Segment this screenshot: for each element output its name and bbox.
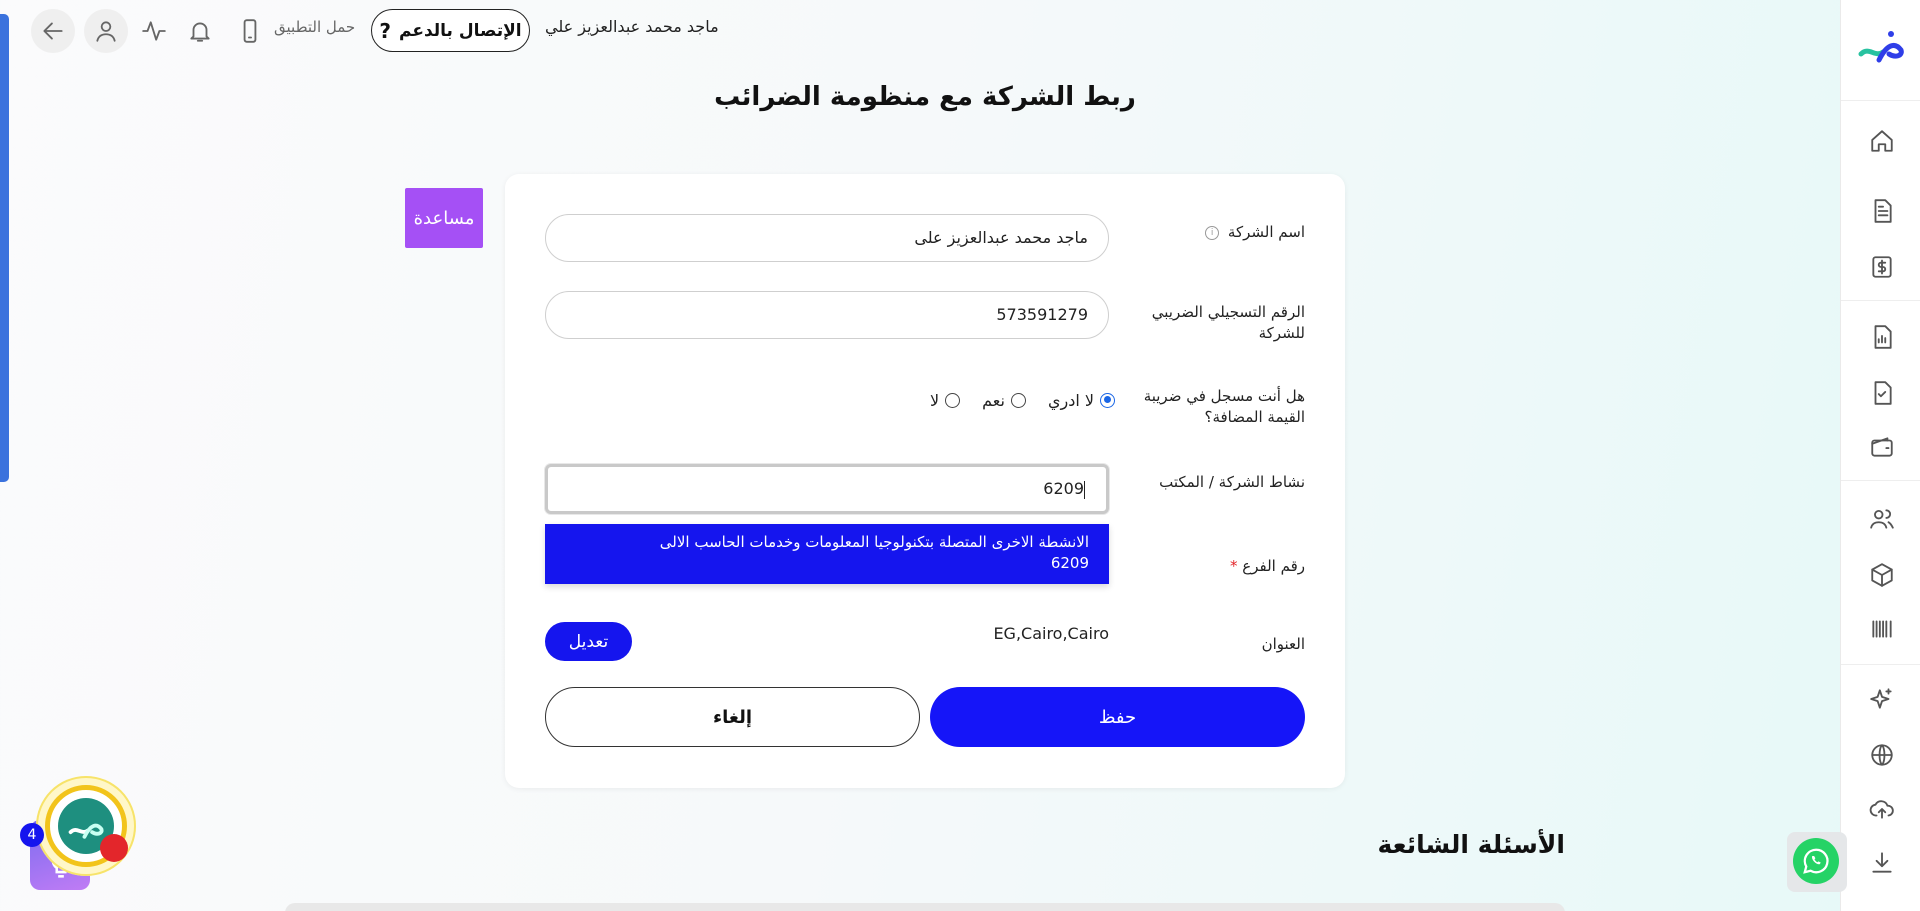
activity-suggestion-option[interactable]: الانشطة الاخرى المتصلة بتكنولوجيا المعلو… bbox=[545, 524, 1109, 584]
help-button[interactable]: مساعدة bbox=[405, 188, 483, 248]
address-label: العنوان bbox=[1261, 635, 1305, 653]
sidebar bbox=[1840, 0, 1920, 911]
home-icon[interactable] bbox=[1867, 126, 1897, 156]
tax-id-label: الرقم التسجيلي الضريبي للشركة bbox=[1151, 303, 1305, 342]
question-icon: ? bbox=[379, 18, 392, 43]
sidebar-divider bbox=[1841, 100, 1920, 101]
faq-title: الأسئلة الشائعة bbox=[1377, 830, 1566, 859]
tax-id-input[interactable]: 573591279 bbox=[545, 291, 1109, 339]
whatsapp-icon[interactable] bbox=[1793, 838, 1839, 884]
whatsapp-widget[interactable] bbox=[1787, 832, 1847, 892]
activity-icon[interactable] bbox=[132, 9, 176, 53]
barcode-icon[interactable] bbox=[1867, 614, 1897, 644]
radio-selected-icon[interactable] bbox=[1100, 392, 1115, 408]
save-button[interactable]: حفظ bbox=[930, 687, 1305, 747]
company-name-label: اسم الشركة i bbox=[1135, 222, 1305, 243]
status-dot bbox=[100, 834, 128, 862]
tax-link-form: اسم الشركة i ماجد محمد عبدالعزيز على الر… bbox=[505, 174, 1345, 788]
logo[interactable] bbox=[1855, 24, 1907, 68]
bell-icon[interactable] bbox=[178, 9, 222, 53]
support-button-label: الإتصال بالدعم bbox=[399, 20, 522, 41]
activity-input[interactable]: 6209 bbox=[545, 464, 1109, 514]
activity-label: نشاط الشركة / المكتب bbox=[1159, 473, 1305, 491]
phone-icon[interactable] bbox=[228, 9, 272, 53]
sparkle-icon[interactable] bbox=[1867, 684, 1897, 714]
wallet-icon[interactable] bbox=[1867, 432, 1897, 462]
support-button[interactable]: الإتصال بالدعم ? bbox=[371, 9, 530, 52]
edit-address-button[interactable]: تعديل bbox=[545, 622, 632, 661]
check-document-icon[interactable] bbox=[1867, 378, 1897, 408]
upload-icon[interactable] bbox=[1867, 794, 1897, 824]
info-icon[interactable]: i bbox=[1205, 225, 1220, 240]
company-name-input[interactable]: ماجد محمد عبدالعزيز على bbox=[545, 214, 1109, 262]
vat-radio-group: لا ادري نعم لا bbox=[875, 388, 1115, 412]
users-icon[interactable] bbox=[1867, 504, 1897, 534]
vat-option-no[interactable]: لا bbox=[930, 391, 961, 410]
document-icon[interactable] bbox=[1867, 196, 1897, 226]
globe-icon[interactable] bbox=[1867, 740, 1897, 770]
box-icon[interactable] bbox=[1867, 560, 1897, 590]
address-value: EG,Cairo,Cairo bbox=[993, 624, 1109, 643]
top-bar: حمل التطبيق الإتصال بالدعم ? ماجد محمد ع… bbox=[0, 0, 1840, 60]
radio-icon[interactable] bbox=[945, 392, 961, 408]
vat-question-label: هل أنت مسجل في ضريبة القيمة المضافة؟ bbox=[1143, 387, 1305, 426]
sidebar-divider bbox=[1841, 480, 1920, 481]
vat-option-yes[interactable]: نعم bbox=[982, 391, 1026, 410]
required-mark: * bbox=[1230, 557, 1238, 575]
cancel-button[interactable]: إلغاء bbox=[545, 687, 920, 747]
notification-count-badge: 4 bbox=[20, 823, 44, 847]
sidebar-divider bbox=[1841, 300, 1920, 301]
dollar-icon[interactable] bbox=[1867, 252, 1897, 282]
left-accent-bar bbox=[0, 14, 9, 482]
branch-label: رقم الفرع * bbox=[1230, 557, 1305, 575]
vat-option-dont-know[interactable]: لا ادري bbox=[1048, 391, 1115, 410]
download-icon[interactable] bbox=[1867, 848, 1897, 878]
sidebar-divider bbox=[1841, 664, 1920, 665]
back-arrow-icon[interactable] bbox=[31, 9, 75, 53]
user-icon[interactable] bbox=[84, 9, 128, 53]
report-icon[interactable] bbox=[1867, 322, 1897, 352]
assistant-avatar[interactable] bbox=[36, 776, 136, 876]
faq-item[interactable] bbox=[285, 903, 1565, 911]
page-title: ربط الشركة مع منظومة الضرائب bbox=[714, 82, 1136, 112]
text-caret bbox=[1084, 480, 1085, 499]
download-app-link[interactable]: حمل التطبيق bbox=[274, 18, 355, 36]
radio-icon[interactable] bbox=[1010, 392, 1026, 408]
user-name: ماجد محمد عبدالعزيز علي bbox=[545, 17, 719, 36]
